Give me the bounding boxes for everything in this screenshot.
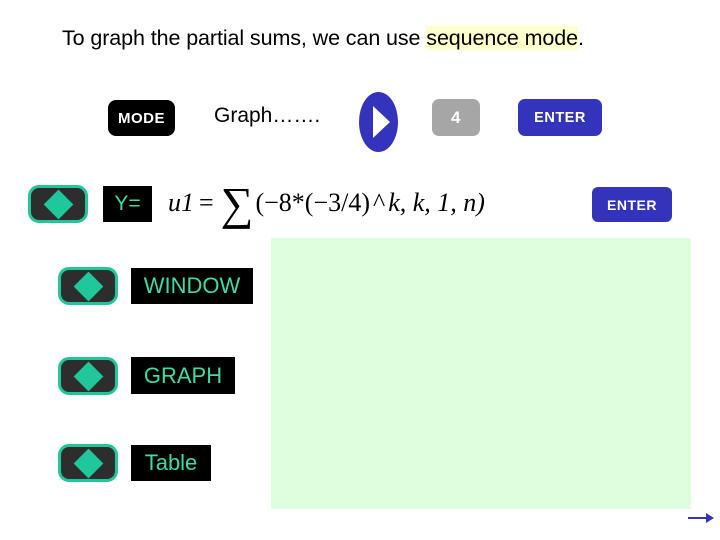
enter-key-entry-row[interactable]: ENTER [592,187,672,222]
screen-label-table: Table [131,445,211,481]
play-right-icon [359,92,398,152]
diamond-glyph [73,448,103,478]
diamond-key-icon-graph[interactable] [58,357,118,395]
sequence-formula: u1 = ∑ (−8*(−3/4) ^ k , k, 1, n) [168,180,485,226]
slide-canvas: To graph the partial sums, we can use se… [0,0,720,540]
screen-label-window: WINDOW [131,268,253,304]
diamond-glyph [73,361,103,391]
formula-exponent: k [388,188,400,217]
formula-caret: ^ [373,188,386,217]
diamond-key-icon-y[interactable] [28,185,88,223]
summation-icon: ∑ [220,177,254,229]
title-trailing-text: . [578,26,584,50]
diamond-key-icon-table[interactable] [58,444,118,482]
formula-lhs: u1 [168,188,194,217]
diamond-glyph [43,189,73,219]
page-title: To graph the partial sums, we can use se… [62,26,584,51]
screen-label-graph: GRAPH [131,357,235,394]
graph-menu-label: Graph……. [214,104,321,127]
screen-label-y-equals: Y= [103,186,152,222]
title-highlighted-text: sequence mode [426,26,578,50]
arrow-right-icon[interactable] [688,508,716,528]
content-panel [271,238,691,509]
mode-key-button[interactable]: MODE [108,100,175,136]
numeric-key-4[interactable]: 4 [432,99,480,136]
title-lead-text: To graph the partial sums, we can use [62,26,427,50]
formula-args: , k, 1, n) [399,188,485,217]
formula-equals: = [199,188,214,217]
diamond-key-icon-window[interactable] [58,267,118,305]
enter-key-top[interactable]: ENTER [518,99,602,136]
diamond-glyph [73,271,103,301]
formula-body: (−8*(−3/4) [255,188,370,217]
